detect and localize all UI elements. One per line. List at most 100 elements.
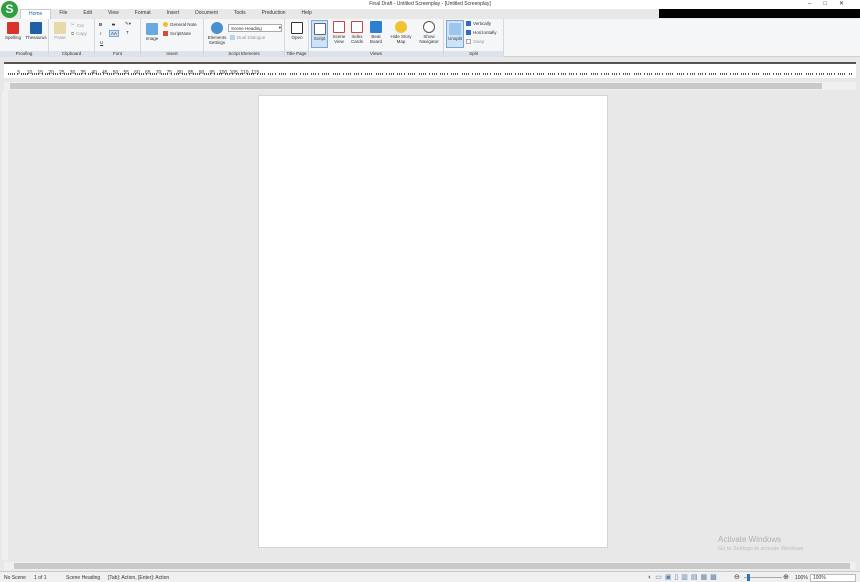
ruler-tick bbox=[704, 73, 706, 75]
thesaurus-icon bbox=[30, 22, 42, 34]
scene-view-button[interactable]: Scene View bbox=[330, 21, 348, 44]
hide-story-map-label: Hide Story Map bbox=[390, 34, 412, 44]
image-icon bbox=[146, 23, 158, 35]
open-title-page-button[interactable]: Open bbox=[288, 22, 306, 40]
elements-settings-button[interactable]: Elements Settings bbox=[206, 22, 228, 45]
scriptnote-button[interactable]: ScriptNote bbox=[163, 31, 191, 36]
page-status: 1 of 1 bbox=[34, 575, 47, 581]
tab-file[interactable]: File bbox=[51, 9, 75, 19]
top-horizontal-scrollbar[interactable] bbox=[4, 82, 856, 90]
text-style-button[interactable]: T bbox=[126, 30, 129, 35]
bold-button[interactable]: B bbox=[99, 22, 102, 27]
hide-story-map-button[interactable]: Hide Story Map bbox=[387, 21, 415, 44]
vertical-scrollbar[interactable] bbox=[2, 90, 8, 560]
group-label: Proofing bbox=[0, 51, 48, 57]
horizontal-scrollbar[interactable] bbox=[4, 562, 856, 570]
ruler-tick bbox=[840, 73, 842, 75]
tab-insert[interactable]: Insert bbox=[159, 9, 188, 19]
strikethrough-button[interactable]: S bbox=[112, 22, 115, 27]
ruler-tick bbox=[764, 73, 766, 75]
spelling-button[interactable]: Spelling bbox=[3, 22, 23, 40]
dual-dialogue-icon bbox=[230, 35, 235, 40]
zoom-slider[interactable] bbox=[744, 574, 782, 581]
zoom-out-icon[interactable]: ⊖ bbox=[734, 573, 740, 581]
ruler-tick bbox=[625, 73, 627, 75]
ruler-tick bbox=[248, 73, 250, 75]
ruler-tick bbox=[807, 73, 809, 75]
ruler-tick bbox=[463, 73, 465, 75]
ruler-tick bbox=[347, 73, 349, 75]
ruler-tick bbox=[375, 73, 377, 75]
ruler-tick bbox=[779, 73, 781, 75]
window-title: Final Draft - Untitled Screenplay - [Unt… bbox=[369, 1, 491, 7]
dual-dialogue-button[interactable]: Dual Dialogue bbox=[230, 35, 265, 40]
pen-color-icon[interactable]: ✎▾ bbox=[125, 21, 131, 27]
zoom-select-value: 100% bbox=[813, 575, 826, 581]
italic-button[interactable]: I bbox=[100, 31, 101, 36]
tab-production[interactable]: Production bbox=[254, 9, 294, 19]
ruler-tick bbox=[687, 73, 689, 75]
ruler-tick bbox=[386, 73, 388, 75]
ruler-tick bbox=[300, 73, 302, 75]
ruler-tick bbox=[536, 73, 538, 75]
caps-button[interactable]: AA bbox=[109, 30, 120, 37]
tab-document[interactable]: Document bbox=[187, 9, 226, 19]
split-vertically-button[interactable]: Vertically bbox=[466, 21, 491, 26]
zoom-in-icon[interactable]: ⊕ bbox=[783, 573, 789, 581]
view-mode-icons[interactable]: ◐▭▣▯▥▤▦▩ bbox=[648, 573, 720, 581]
zoom-slider-handle[interactable] bbox=[747, 574, 750, 581]
paste-button[interactable]: Paste bbox=[52, 22, 68, 40]
image-button[interactable]: Image bbox=[144, 23, 160, 41]
ruler-tick bbox=[440, 73, 442, 75]
beat-board-button[interactable]: Beat Board bbox=[367, 21, 385, 44]
scrollbar-thumb[interactable] bbox=[10, 83, 822, 89]
tab-format[interactable]: Format bbox=[127, 9, 159, 19]
ruler-tick bbox=[773, 73, 775, 75]
ruler-tick bbox=[238, 73, 240, 75]
swap-label: Swap bbox=[473, 39, 485, 44]
ruler-tick bbox=[431, 73, 433, 75]
cut-button[interactable]: ✂ Cut bbox=[71, 22, 84, 28]
tab-tools[interactable]: Tools bbox=[226, 9, 254, 19]
ruler-tick bbox=[655, 73, 657, 75]
swap-button[interactable]: Swap bbox=[466, 39, 484, 44]
ruler-label: 5 bbox=[17, 70, 21, 76]
element-select[interactable]: Scene Heading ▾ bbox=[228, 24, 282, 32]
index-cards-button[interactable]: Index Cards bbox=[348, 21, 366, 44]
activation-watermark-sub: Go to Settings to activate Windows. bbox=[718, 546, 805, 552]
split-horizontally-button[interactable]: Horizontally bbox=[466, 30, 497, 35]
ruler-tick bbox=[285, 73, 287, 75]
ruler-tick bbox=[173, 73, 175, 75]
ruler-tick bbox=[797, 73, 799, 75]
zoom-select[interactable]: 100% bbox=[810, 574, 856, 582]
underline-button[interactable]: U bbox=[100, 40, 103, 45]
script-page[interactable] bbox=[258, 95, 608, 548]
script-view-button[interactable]: Script bbox=[311, 20, 328, 48]
show-navigator-button[interactable]: Show Navigator bbox=[415, 21, 443, 44]
app-logo[interactable]: S bbox=[1, 1, 18, 18]
general-note-button[interactable]: General Note bbox=[163, 22, 197, 27]
ruler-tick bbox=[680, 73, 682, 75]
ruler[interactable]: 5 10 15 20 25 30 35 40 45 50 55 60 65 70 75 80 85 90 95 100… bbox=[4, 62, 856, 78]
ruler-tick bbox=[270, 73, 272, 75]
window-controls[interactable]: –□✕ bbox=[808, 0, 856, 7]
ruler-tick bbox=[302, 73, 304, 75]
copy-button[interactable]: ⧉ Copy bbox=[71, 31, 87, 36]
ruler-tick bbox=[633, 73, 635, 75]
ruler-tick bbox=[575, 73, 577, 75]
thesaurus-button[interactable]: Thesaurus bbox=[24, 22, 48, 40]
ruler-label: 85 bbox=[187, 70, 194, 76]
unsplit-button[interactable]: Unsplit bbox=[446, 20, 464, 48]
ruler-label: 95 bbox=[209, 70, 216, 76]
ruler-tick bbox=[526, 73, 528, 75]
ruler-tick bbox=[506, 73, 508, 75]
scrollbar-thumb[interactable] bbox=[14, 563, 850, 569]
tab-help[interactable]: Help bbox=[294, 9, 320, 19]
ruler-tick bbox=[827, 73, 829, 75]
ruler-tick bbox=[109, 73, 111, 75]
tab-edit[interactable]: Edit bbox=[75, 9, 100, 19]
image-label: Image bbox=[145, 36, 159, 41]
tab-view[interactable]: View bbox=[100, 9, 127, 19]
group-label: Views bbox=[309, 51, 443, 57]
tab-home[interactable]: Home bbox=[20, 9, 52, 19]
